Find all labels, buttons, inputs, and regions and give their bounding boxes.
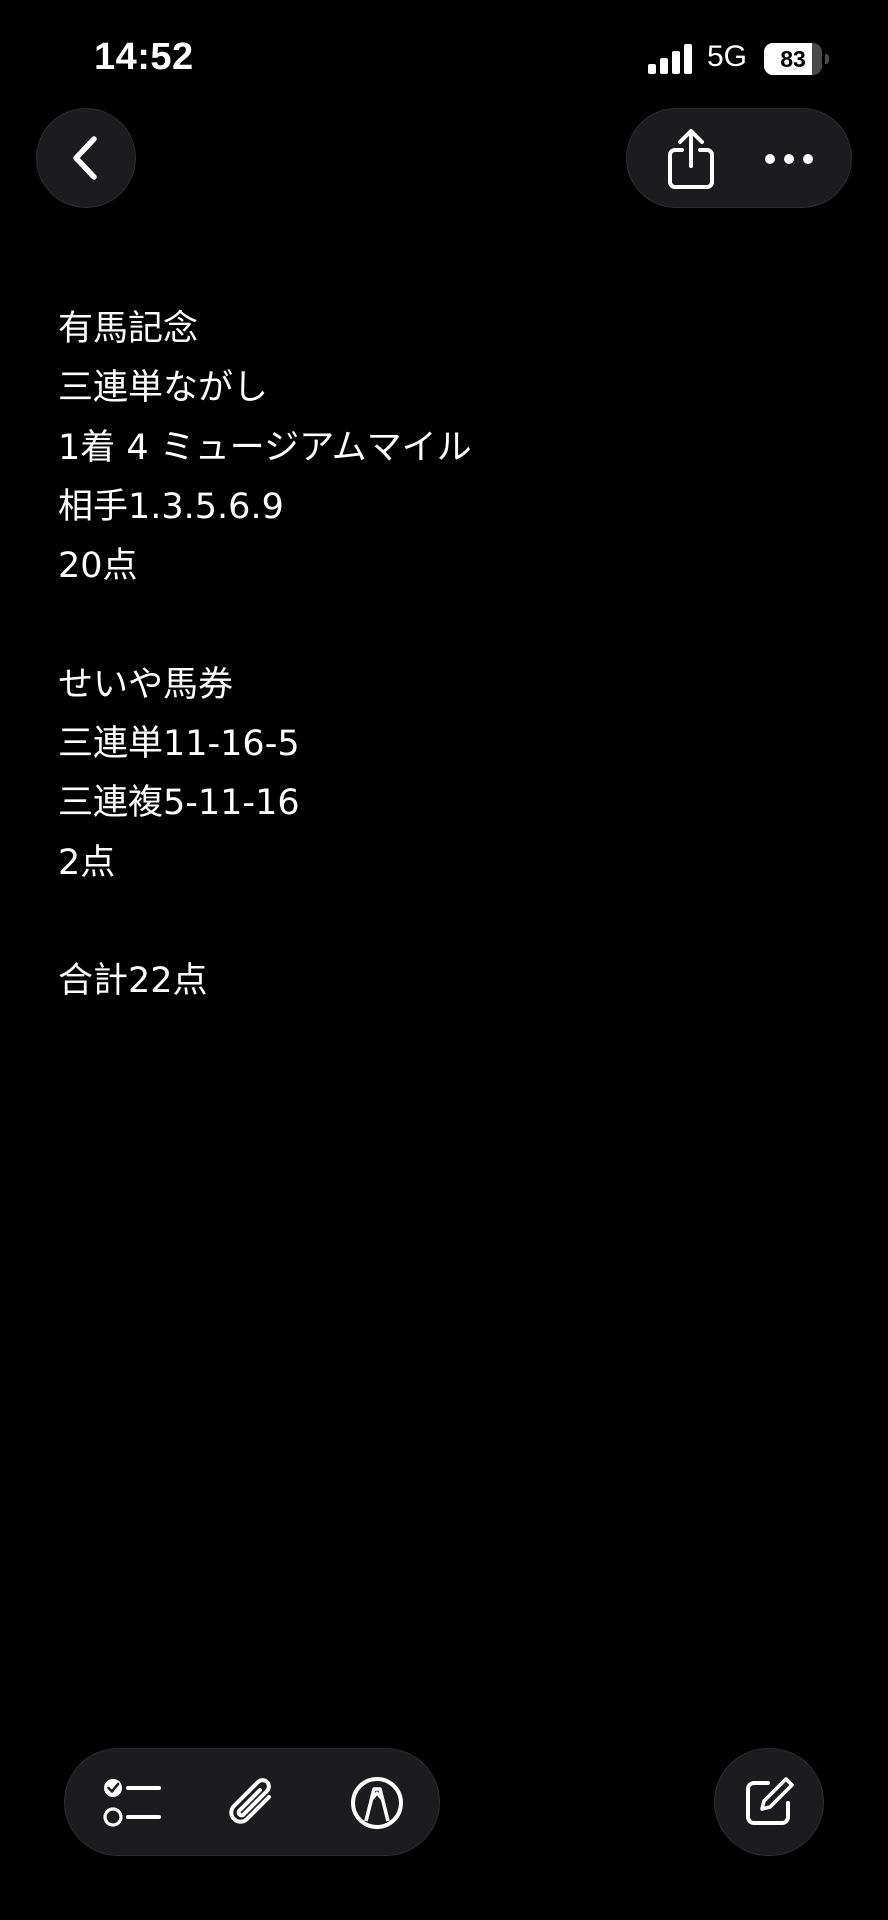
share-button[interactable]: [653, 119, 729, 199]
network-type: 5G: [707, 40, 748, 73]
compose-button[interactable]: [714, 1748, 824, 1856]
chevron-left-icon: [73, 136, 97, 180]
paperclip-icon: [229, 1778, 271, 1824]
note-line: 三連複5-11-16: [58, 783, 300, 824]
battery-icon: 83: [764, 43, 830, 75]
note-line: 2点: [58, 842, 116, 883]
note-line: 有馬記念: [58, 309, 199, 349]
compose-icon: [746, 1777, 794, 1825]
checklist-icon: [103, 1779, 161, 1827]
note-line: 三連単11-16-5: [58, 724, 300, 765]
note-line: 20点: [58, 546, 138, 587]
markup-button[interactable]: [337, 1763, 417, 1843]
attachment-button[interactable]: [213, 1763, 293, 1843]
cellular-signal-icon: [648, 44, 692, 74]
status-bar: 14:52 5G 83: [0, 0, 888, 110]
checklist-button[interactable]: [93, 1763, 173, 1843]
note-blank-line: [58, 596, 838, 655]
note-line: 1着 4 ミュージアムマイル: [58, 427, 472, 468]
ellipsis-icon: [765, 154, 813, 164]
note-blank-line: [58, 893, 838, 952]
markup-pen-icon: [351, 1777, 403, 1829]
note-line: せいや馬券: [58, 664, 234, 705]
note-line: 合計22点: [58, 961, 208, 1002]
bottom-toolbar: [64, 1748, 440, 1856]
note-body[interactable]: 有馬記念 三連単ながし 1着 4 ミュージアムマイル 相手1.3.5.6.9 2…: [58, 300, 838, 1012]
back-button[interactable]: [36, 108, 136, 208]
top-actions-pill: [626, 108, 852, 208]
more-button[interactable]: [749, 119, 829, 199]
status-time: 14:52: [94, 36, 194, 78]
note-line: 三連単ながし: [58, 368, 269, 409]
share-icon: [668, 129, 714, 189]
note-line: 相手1.3.5.6.9: [58, 486, 284, 527]
battery-level: 83: [780, 46, 806, 72]
